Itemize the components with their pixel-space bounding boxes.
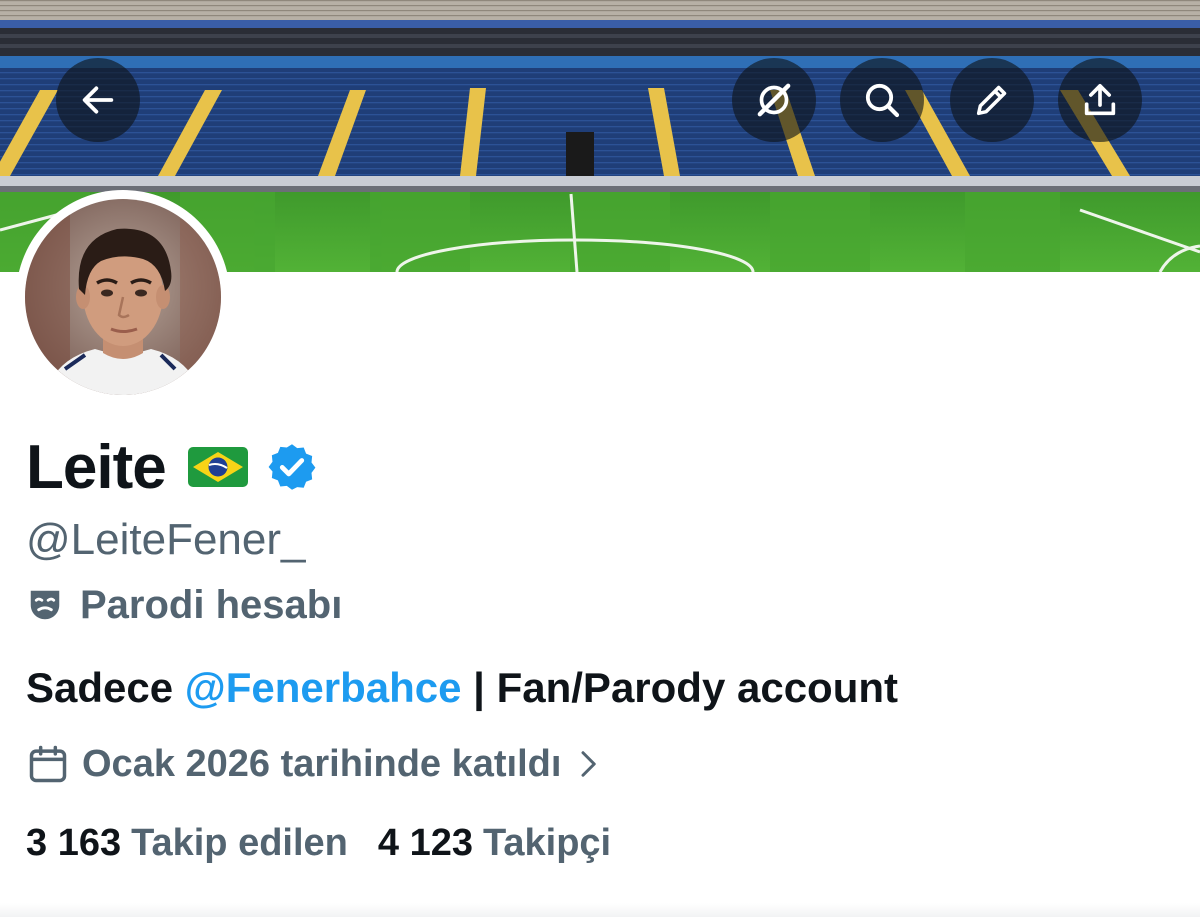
profile-name: Leite (26, 432, 167, 502)
following-link[interactable]: 3 163 Takip edilen (26, 822, 348, 865)
bio-suffix: | Fan/Parody account (461, 664, 899, 711)
followers-link[interactable]: 4 123 Takipçi (378, 822, 611, 865)
profile-bio: Sadece @Fenerbahce | Fan/Parody account (26, 664, 898, 712)
followers-count: 4 123 (377, 822, 473, 864)
tab-bar-edge (0, 903, 1200, 917)
profile-handle: @LeiteFener_ (26, 515, 306, 564)
share-icon (1084, 84, 1116, 116)
verified-badge-icon[interactable] (266, 441, 318, 493)
share-button[interactable] (1058, 58, 1142, 142)
following-label: Takip edilen (131, 822, 348, 864)
joined-date-row[interactable]: Ocak 2026 tarihinde katıldı (26, 738, 603, 790)
bio-prefix: Sadece (26, 664, 185, 711)
profile-avatar[interactable] (16, 190, 230, 404)
back-button[interactable] (56, 58, 140, 142)
follow-stats: 3 163 Takip edilen 4 123 Takipçi (26, 822, 611, 865)
parody-label[interactable]: Parodi hesabı (26, 580, 342, 630)
joined-date-text: Ocak 2026 tarihinde katıldı (82, 742, 562, 785)
back-arrow-icon (82, 86, 114, 114)
following-count: 3 163 (26, 822, 122, 864)
avatar-photo (25, 199, 221, 395)
edit-pencil-icon (976, 85, 1007, 116)
followers-label: Takipçi (482, 822, 612, 864)
parody-label-text: Parodi hesabı (80, 582, 343, 627)
calendar-icon (26, 742, 70, 786)
bio-mention-link[interactable]: @Fenerbahce (185, 664, 462, 711)
search-button[interactable] (840, 58, 924, 142)
grok-icon (757, 83, 791, 117)
brazil-flag-icon (187, 447, 248, 487)
search-icon (865, 83, 900, 118)
grok-button[interactable] (732, 58, 816, 142)
parody-mask-icon (26, 586, 64, 624)
chevron-right-icon (573, 749, 603, 779)
profile-name-row: Leite (26, 432, 318, 502)
edit-button[interactable] (950, 58, 1034, 142)
